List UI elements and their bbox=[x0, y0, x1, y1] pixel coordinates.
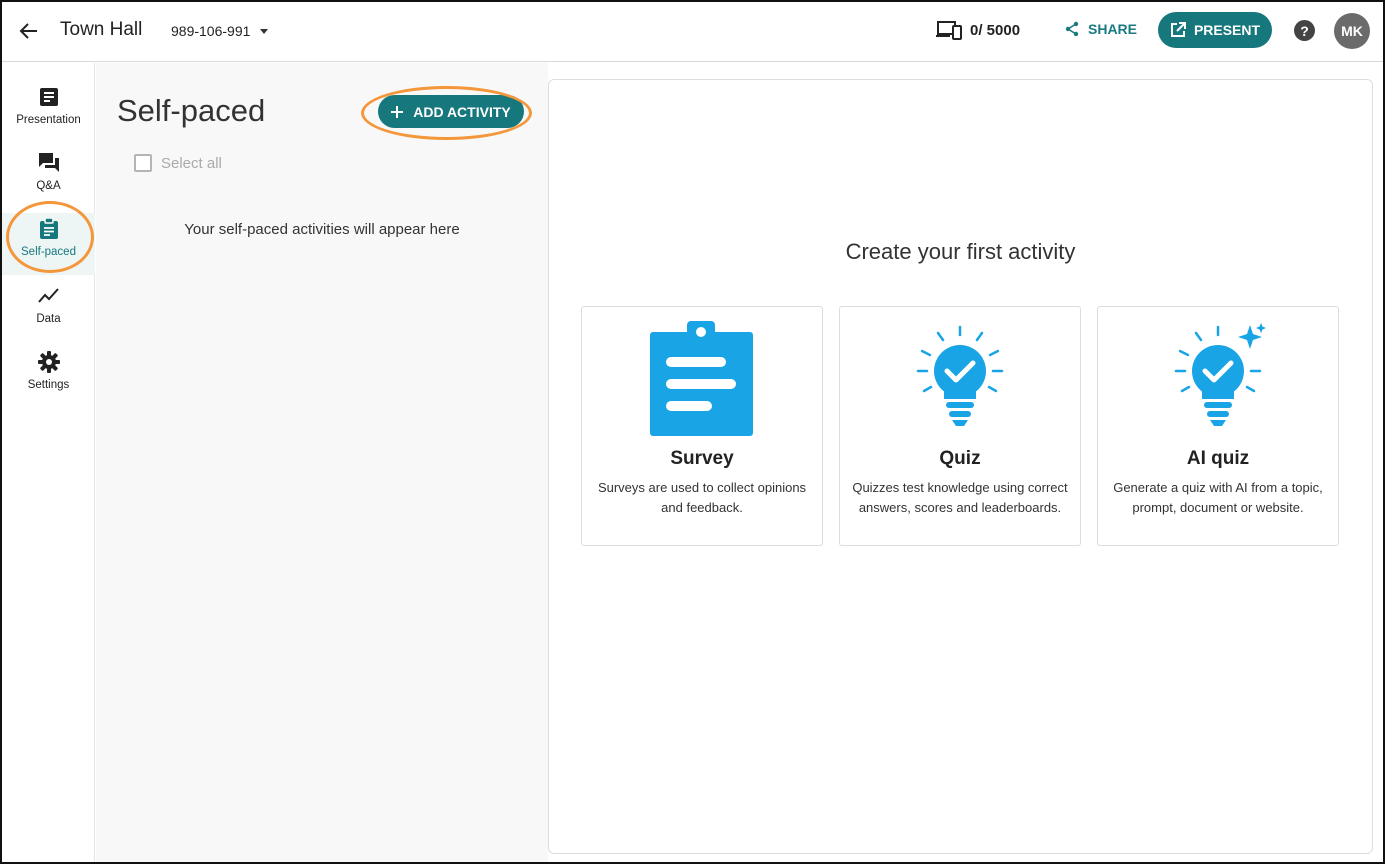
sidebar: Presentation Q&A Self-paced Data Setting… bbox=[2, 63, 95, 862]
present-label: PRESENT bbox=[1193, 22, 1261, 38]
back-arrow-icon[interactable] bbox=[16, 18, 42, 44]
self-paced-panel: Self-paced ADD ACTIVITY Select all Your … bbox=[96, 63, 548, 862]
app-window: Town Hall 989-106-991 0/ 5000 SHARE PRES… bbox=[0, 0, 1385, 864]
card-title: AI quiz bbox=[1186, 448, 1250, 469]
chevron-down-icon bbox=[260, 28, 269, 34]
share-label: SHARE bbox=[1088, 21, 1138, 37]
share-button[interactable]: SHARE bbox=[1064, 21, 1137, 37]
card-title: Survey bbox=[670, 448, 734, 469]
card-description: Generate a quiz with AI from a topic, pr… bbox=[1113, 480, 1323, 515]
select-all-label: Select all bbox=[161, 154, 222, 172]
lightbulb-check-icon bbox=[916, 325, 1004, 426]
main-content: Create your first activity Survey Survey… bbox=[548, 79, 1373, 854]
card-description: Quizzes test knowledge using correct ans… bbox=[852, 480, 1068, 515]
sidebar-item-label: Settings bbox=[27, 379, 70, 391]
add-activity-label: ADD ACTIVITY bbox=[413, 103, 511, 120]
sidebar-item-presentation[interactable]: Presentation bbox=[2, 81, 95, 143]
select-all-checkbox[interactable]: Select all bbox=[134, 154, 222, 172]
clipboard-icon bbox=[37, 217, 61, 241]
sidebar-item-self-paced[interactable]: Self-paced bbox=[2, 213, 95, 275]
qa-icon bbox=[37, 151, 61, 175]
card-title: Quiz bbox=[939, 448, 981, 469]
chart-line-icon bbox=[37, 284, 61, 308]
page-title: Self-paced bbox=[117, 93, 266, 128]
survey-clipboard-icon bbox=[650, 321, 753, 436]
presentation-icon bbox=[37, 85, 61, 109]
open-external-icon bbox=[1170, 22, 1186, 37]
ai-quiz-card[interactable]: AI quiz Generate a quiz with AI from a t… bbox=[1097, 306, 1339, 546]
event-code-dropdown[interactable]: 989-106-991 bbox=[171, 23, 269, 39]
gear-icon bbox=[37, 350, 61, 374]
checkbox[interactable] bbox=[134, 154, 152, 172]
add-activity-button[interactable]: ADD ACTIVITY bbox=[378, 95, 524, 128]
share-icon bbox=[1065, 21, 1079, 37]
sidebar-item-label: Q&A bbox=[36, 180, 61, 192]
quiz-card[interactable]: Quiz Quizzes test knowledge using correc… bbox=[839, 306, 1081, 546]
event-title: Town Hall bbox=[60, 19, 143, 40]
sidebar-item-label: Data bbox=[36, 313, 61, 325]
event-code-label: 989-106-991 bbox=[171, 23, 251, 39]
present-button[interactable]: PRESENT bbox=[1158, 12, 1272, 48]
plus-icon bbox=[391, 105, 404, 118]
participant-count: 0/ 5000 bbox=[970, 21, 1021, 39]
sidebar-item-settings[interactable]: Settings bbox=[2, 346, 95, 408]
survey-card[interactable]: Survey Surveys are used to collect opini… bbox=[581, 306, 823, 546]
card-description: Surveys are used to collect opinions and… bbox=[597, 480, 807, 515]
sidebar-item-label: Presentation bbox=[16, 114, 81, 126]
sidebar-item-label: Self-paced bbox=[21, 246, 76, 258]
devices-icon bbox=[936, 21, 962, 40]
top-bar: Town Hall 989-106-991 0/ 5000 SHARE PRES… bbox=[2, 2, 1383, 62]
participant-counter: 0/ 5000 bbox=[936, 20, 1020, 40]
sidebar-item-data[interactable]: Data bbox=[2, 280, 95, 342]
empty-state-text: Your self-paced activities will appear h… bbox=[184, 221, 460, 238]
create-heading: Create your first activity bbox=[845, 239, 1076, 264]
lightbulb-sparkle-icon bbox=[1174, 323, 1266, 426]
sidebar-item-qa[interactable]: Q&A bbox=[2, 147, 95, 209]
help-icon[interactable]: ? bbox=[1294, 20, 1315, 41]
avatar[interactable]: MK bbox=[1334, 13, 1370, 49]
